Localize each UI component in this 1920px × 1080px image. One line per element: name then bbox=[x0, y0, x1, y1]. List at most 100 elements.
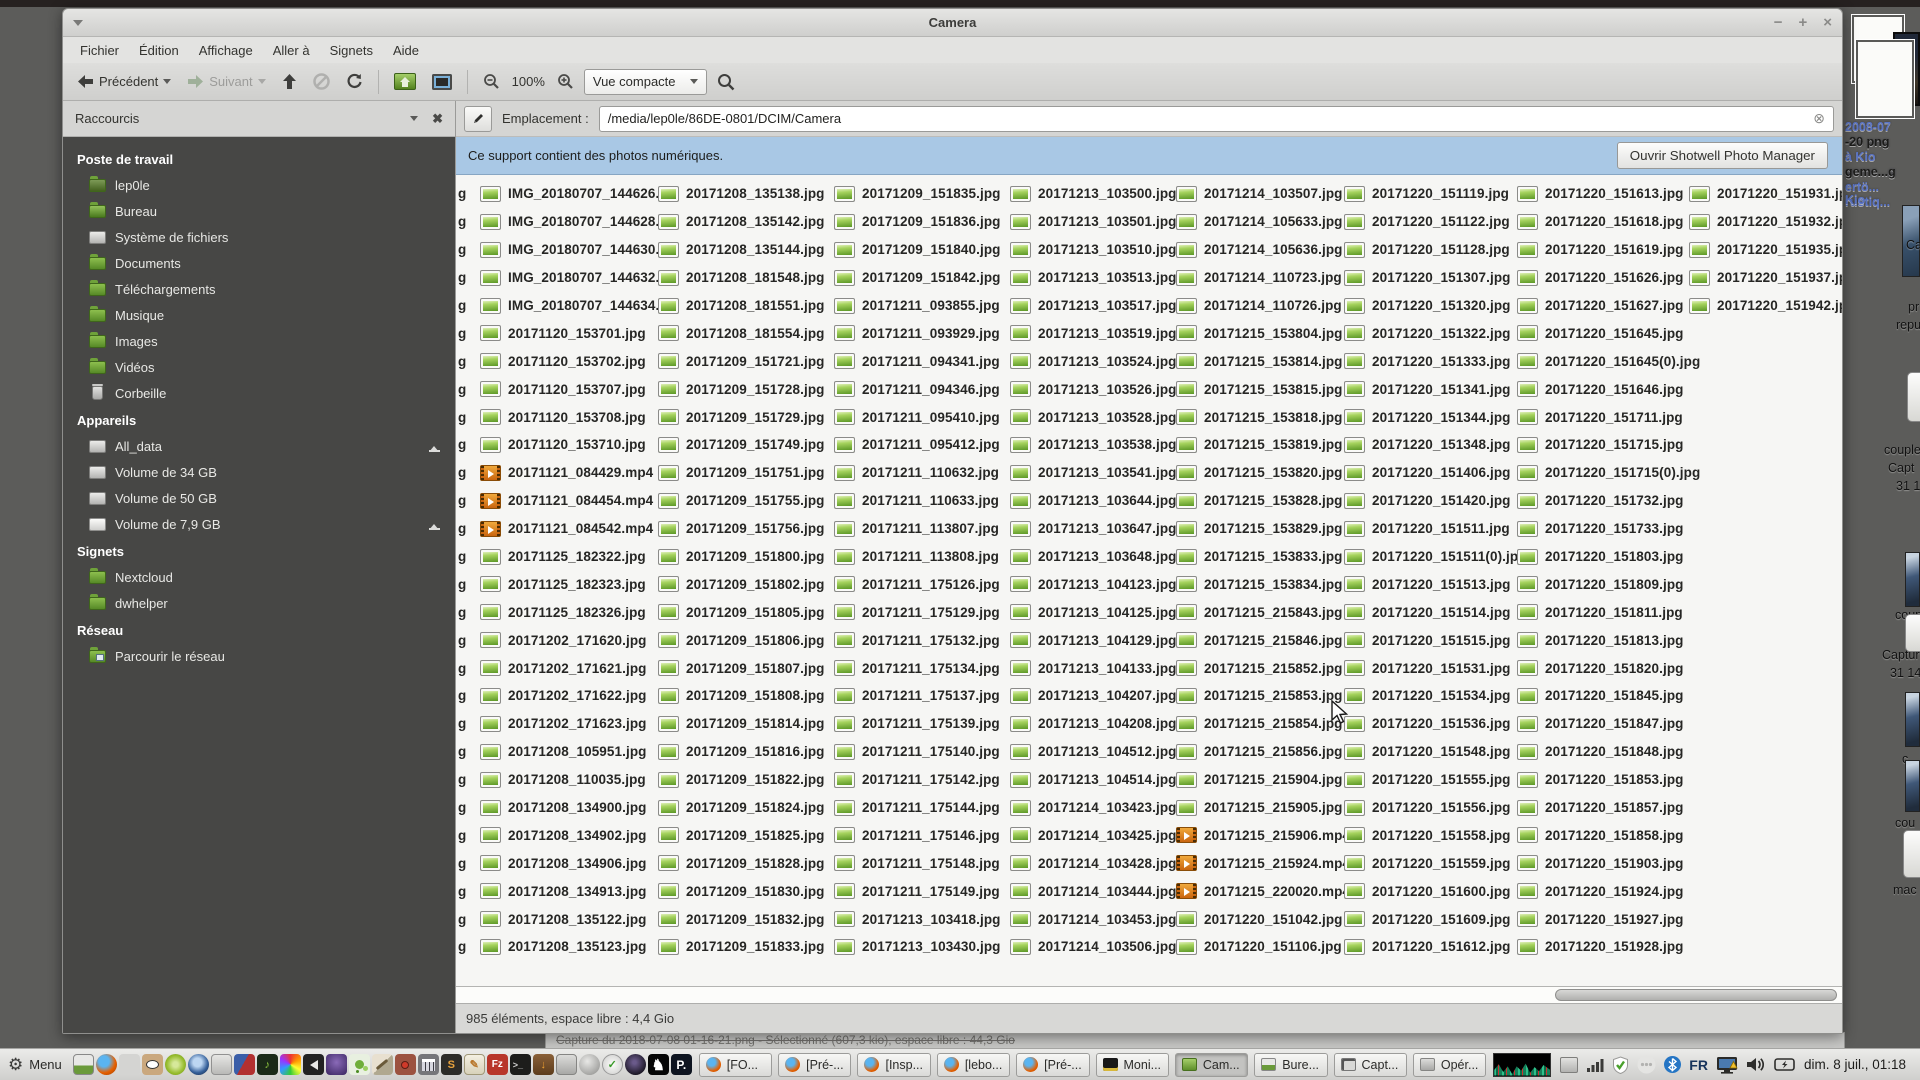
taskbar-window-op-r[interactable]: Opér... bbox=[1413, 1053, 1486, 1077]
file-item[interactable]: 20171209_151805.jpg bbox=[656, 598, 832, 626]
file-item[interactable]: 20171220_151646.jpg bbox=[1515, 375, 1687, 403]
file-item[interactable]: 20171220_151811.jpg bbox=[1515, 598, 1687, 626]
file-item[interactable]: 20171220_151903.jpg bbox=[1515, 849, 1687, 877]
file-item[interactable]: 20171220_151932.jpg bbox=[1687, 208, 1842, 236]
file-item[interactable]: IMG_20180707_144628.jpg bbox=[478, 208, 656, 236]
menu-aide[interactable]: Aide bbox=[384, 40, 428, 61]
music-player-launcher-icon[interactable]: ♪ bbox=[257, 1054, 278, 1075]
file-item-clipped[interactable]: g bbox=[456, 236, 478, 264]
p-dock-launcher-icon[interactable]: P. bbox=[671, 1054, 692, 1075]
file-item[interactable]: 20171220_151813.jpg bbox=[1515, 626, 1687, 654]
menu-fichier[interactable]: Fichier bbox=[71, 40, 128, 61]
file-item[interactable]: 20171208_135144.jpg bbox=[656, 236, 832, 264]
file-item[interactable]: 20171215_153834.jpg bbox=[1174, 570, 1342, 598]
file-item[interactable]: 20171220_151322.jpg bbox=[1342, 319, 1515, 347]
flag-tools-launcher-icon[interactable] bbox=[234, 1054, 255, 1075]
file-item[interactable]: 20171208_135122.jpg bbox=[478, 905, 656, 933]
file-item[interactable]: 20171213_104512.jpg bbox=[1008, 738, 1174, 766]
file-item[interactable]: 20171220_151711.jpg bbox=[1515, 403, 1687, 431]
file-item[interactable]: 20171220_151511.jpg bbox=[1342, 515, 1515, 543]
file-item[interactable]: 20171213_104133.jpg bbox=[1008, 654, 1174, 682]
pin-board-launcher-icon[interactable] bbox=[395, 1054, 416, 1075]
file-item[interactable]: 20171214_105636.jpg bbox=[1174, 236, 1342, 264]
file-item[interactable]: 20171215_153833.jpg bbox=[1174, 543, 1342, 571]
file-item[interactable]: 20171220_151609.jpg bbox=[1342, 905, 1515, 933]
file-item[interactable]: 20171125_182323.jpg bbox=[478, 570, 656, 598]
file-item[interactable]: 20171220_151927.jpg bbox=[1515, 905, 1687, 933]
desktop-icon-document[interactable] bbox=[1903, 830, 1920, 878]
file-item[interactable]: 20171211_095410.jpg bbox=[832, 403, 1008, 431]
file-item[interactable]: 20171209_151755.jpg bbox=[656, 487, 832, 515]
file-item[interactable]: 20171213_104514.jpg bbox=[1008, 766, 1174, 794]
eject-icon[interactable] bbox=[428, 441, 441, 452]
file-item[interactable]: 20171213_103648.jpg bbox=[1008, 543, 1174, 571]
archive-manager-launcher-icon[interactable] bbox=[556, 1054, 577, 1075]
file-item[interactable]: IMG_20180707_144634.jpg bbox=[478, 292, 656, 320]
file-item-clipped[interactable]: g bbox=[456, 849, 478, 877]
file-item[interactable]: 20171209_151802.jpg bbox=[656, 570, 832, 598]
file-item-clipped[interactable]: g bbox=[456, 598, 478, 626]
file-item[interactable]: 20171214_103506.jpg bbox=[1008, 933, 1174, 961]
sidebar-item-images[interactable]: Images bbox=[63, 328, 455, 354]
desktop-icon-phone-image[interactable] bbox=[1907, 372, 1920, 422]
file-item[interactable]: 20171220_151924.jpg bbox=[1515, 877, 1687, 905]
file-item[interactable]: 20171215_215843.jpg bbox=[1174, 598, 1342, 626]
terminal-launcher-icon[interactable]: >_ bbox=[510, 1054, 531, 1075]
file-item-clipped[interactable]: g bbox=[456, 208, 478, 236]
desktop-icon-photo[interactable] bbox=[1905, 692, 1920, 747]
display-warning-icon[interactable] bbox=[1716, 1056, 1738, 1074]
file-item[interactable]: 20171220_151559.jpg bbox=[1342, 849, 1515, 877]
computer-button[interactable] bbox=[426, 70, 458, 94]
file-item[interactable]: 20171213_103510.jpg bbox=[1008, 236, 1174, 264]
file-item[interactable]: 20171213_104208.jpg bbox=[1008, 710, 1174, 738]
file-item[interactable]: 20171220_151715.jpg bbox=[1515, 431, 1687, 459]
file-item[interactable]: 20171209_151729.jpg bbox=[656, 403, 832, 431]
file-item[interactable]: 20171211_175129.jpg bbox=[832, 598, 1008, 626]
taskbar-window-bure[interactable]: Bure... bbox=[1254, 1053, 1327, 1077]
file-item-clipped[interactable]: g bbox=[456, 319, 478, 347]
file-item[interactable]: 20171211_175148.jpg bbox=[832, 849, 1008, 877]
file-item[interactable]: 20171211_113807.jpg bbox=[832, 515, 1008, 543]
file-item[interactable]: 20171220_151106.jpg bbox=[1174, 933, 1342, 961]
file-item[interactable]: 20171220_151627.jpg bbox=[1515, 292, 1687, 320]
taskbar-window-cam[interactable]: Cam... bbox=[1175, 1053, 1248, 1077]
file-item[interactable]: 20171220_151333.jpg bbox=[1342, 347, 1515, 375]
sublime-text-launcher-icon[interactable]: S bbox=[441, 1054, 462, 1075]
file-item[interactable]: 20171220_151307.jpg bbox=[1342, 264, 1515, 292]
open-shotwell-button[interactable]: Ouvrir Shotwell Photo Manager bbox=[1617, 142, 1828, 169]
file-item[interactable]: 20171214_103425.jpg bbox=[1008, 821, 1174, 849]
file-item-clipped[interactable]: g bbox=[456, 626, 478, 654]
eye-launcher-icon[interactable] bbox=[142, 1054, 163, 1075]
taskbar-window-insp[interactable]: [Insp... bbox=[857, 1053, 930, 1077]
file-item[interactable]: 20171125_182322.jpg bbox=[478, 543, 656, 571]
file-item[interactable]: 20171209_151832.jpg bbox=[656, 905, 832, 933]
file-item[interactable]: 20171120_153701.jpg bbox=[478, 319, 656, 347]
file-item[interactable]: 20171209_151751.jpg bbox=[656, 459, 832, 487]
file-item-clipped[interactable]: g bbox=[456, 710, 478, 738]
file-item[interactable]: 20171209_151840.jpg bbox=[832, 236, 1008, 264]
file-item[interactable]: 20171220_151341.jpg bbox=[1342, 375, 1515, 403]
file-item[interactable]: 20171220_151514.jpg bbox=[1342, 598, 1515, 626]
system-monitor-applet[interactable] bbox=[1493, 1053, 1551, 1077]
file-item[interactable]: 20171220_151613.jpg bbox=[1515, 180, 1687, 208]
headphones-launcher-icon[interactable] bbox=[326, 1054, 347, 1075]
file-item[interactable]: 20171215_153804.jpg bbox=[1174, 319, 1342, 347]
file-item[interactable]: 20171209_151749.jpg bbox=[656, 431, 832, 459]
file-item[interactable]: 20171209_151822.jpg bbox=[656, 766, 832, 794]
location-input[interactable]: /media/lep0le/86DE-0801/DCIM/Camera ⊗ bbox=[599, 106, 1834, 132]
menu-affichage[interactable]: Affichage bbox=[190, 40, 262, 61]
file-item[interactable]: 20171209_151828.jpg bbox=[656, 849, 832, 877]
file-item[interactable]: 20171215_153828.jpg bbox=[1174, 487, 1342, 515]
file-item[interactable]: IMG_20180707_144626.jpg bbox=[478, 180, 656, 208]
file-item[interactable]: 20171211_175132.jpg bbox=[832, 626, 1008, 654]
file-item[interactable]: 20171220_151858.jpg bbox=[1515, 821, 1687, 849]
file-item[interactable]: 20171208_135138.jpg bbox=[656, 180, 832, 208]
file-item[interactable]: 20171211_175146.jpg bbox=[832, 821, 1008, 849]
sidebar-item-nextcloud[interactable]: Nextcloud bbox=[63, 564, 455, 590]
file-item[interactable]: 20171220_151122.jpg bbox=[1342, 208, 1515, 236]
file-item[interactable]: 20171211_094341.jpg bbox=[832, 347, 1008, 375]
close-button[interactable]: × bbox=[1823, 16, 1832, 30]
file-item[interactable]: 20171220_151406.jpg bbox=[1342, 459, 1515, 487]
file-item-clipped[interactable]: g bbox=[456, 570, 478, 598]
file-item[interactable]: 20171213_103430.jpg bbox=[832, 933, 1008, 961]
